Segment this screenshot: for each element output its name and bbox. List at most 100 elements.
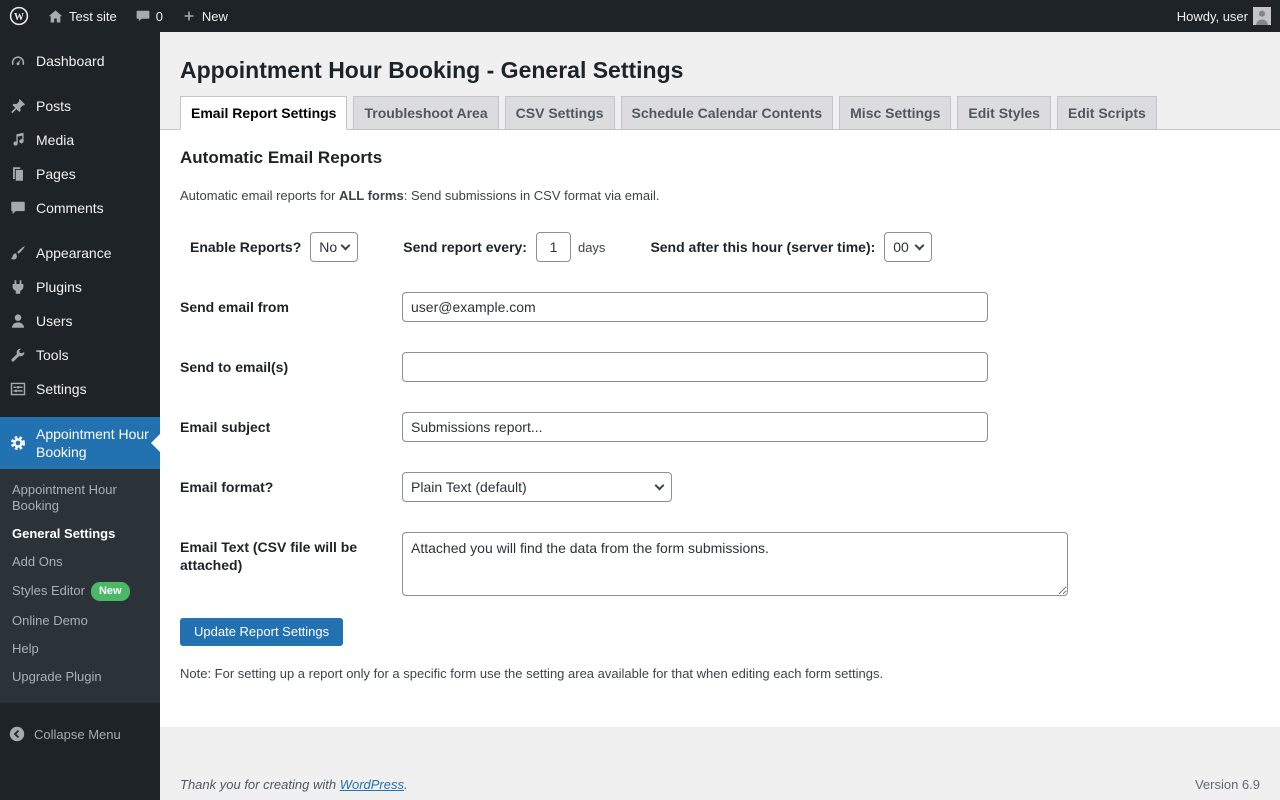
sidebar-item-label: Posts <box>36 98 72 114</box>
dashboard-icon <box>8 52 28 70</box>
sidebar-item-label: Users <box>36 313 73 329</box>
send-to-emails-input[interactable] <box>402 352 988 382</box>
media-icon <box>8 131 28 149</box>
avatar-icon <box>1253 7 1271 25</box>
email-format-label: Email format? <box>180 479 274 495</box>
submenu-item-add-ons[interactable]: Add Ons <box>0 548 160 576</box>
update-report-settings-button[interactable]: Update Report Settings <box>180 618 344 646</box>
enable-reports-select[interactable]: No <box>310 232 359 262</box>
new-badge: New <box>90 582 130 601</box>
sidebar-item-plugins[interactable]: Plugins <box>0 270 160 304</box>
sidebar-item-media[interactable]: Media <box>0 123 160 157</box>
submenu-item-label: Help <box>12 641 39 656</box>
email-subject-input[interactable] <box>402 412 988 442</box>
send-hour-select[interactable]: 00 <box>884 232 933 262</box>
sidebar-item-posts[interactable]: Posts <box>0 89 160 123</box>
email-subject-label: Email subject <box>180 419 271 435</box>
collapse-menu-label: Collapse Menu <box>34 726 121 742</box>
email-report-settings-panel: Automatic Email Reports Automatic email … <box>160 130 1280 727</box>
send-email-from-row: Send email from <box>180 292 1260 322</box>
new-content-menu[interactable]: New <box>172 0 237 32</box>
submenu-item-label: Appointment Hour Booking <box>12 482 117 513</box>
submenu-item-label: Styles Editor <box>12 583 85 598</box>
submenu-item-appointment-hour-booking[interactable]: Appointment Hour Booking <box>0 476 160 520</box>
intro-text: Automatic email reports for ALL forms: S… <box>180 188 1260 204</box>
version-label: Version 6.9 <box>1194 777 1260 792</box>
submenu-item-label: Upgrade Plugin <box>12 669 102 684</box>
sidebar-item-appearance[interactable]: Appearance <box>0 236 160 270</box>
sidebar-item-tools[interactable]: Tools <box>0 338 160 372</box>
footer-thanks-prefix: Thank you for creating with <box>180 777 340 792</box>
comments-bubble-icon <box>135 8 151 24</box>
tab-troubleshoot-area[interactable]: Troubleshoot Area <box>353 96 499 130</box>
users-icon <box>8 312 28 330</box>
send-hour-label: Send after this hour (server time): <box>650 239 876 255</box>
site-name-menu[interactable]: Test site <box>38 0 126 32</box>
collapse-menu-button[interactable]: Collapse Menu <box>0 717 160 751</box>
plus-icon <box>181 8 197 24</box>
wordpress-logo-icon: W <box>9 6 29 26</box>
sidebar-item-comments[interactable]: Comments <box>0 191 160 225</box>
tools-icon <box>8 346 28 364</box>
sidebar-item-pages[interactable]: Pages <box>0 157 160 191</box>
plugins-icon <box>8 278 28 296</box>
wordpress-logo-menu[interactable]: W <box>0 0 38 32</box>
enable-reports-label: Enable Reports? <box>190 239 302 255</box>
main-content: Appointment Hour Booking - General Setti… <box>160 0 1280 800</box>
sidebar-item-label: Media <box>36 132 75 148</box>
menu-separator <box>0 225 160 236</box>
appointment-submenu: Appointment Hour Booking General Setting… <box>0 469 160 703</box>
submenu-item-upgrade-plugin[interactable]: Upgrade Plugin <box>0 663 160 691</box>
sidebar-item-appointment-hour-booking[interactable]: Appointment Hour Booking <box>0 417 160 469</box>
submenu-item-online-demo[interactable]: Online Demo <box>0 607 160 635</box>
intro-prefix: Automatic email reports for <box>180 188 339 203</box>
send-hour-select-wrap: 00 <box>884 232 933 262</box>
comments-count: 0 <box>155 8 163 24</box>
settings-tabs: Email Report Settings Troubleshoot Area … <box>160 95 1280 130</box>
pages-icon <box>8 165 28 183</box>
my-account-menu[interactable]: Howdy, user <box>1168 0 1280 32</box>
email-format-select[interactable]: Plain Text (default) <box>402 472 672 502</box>
tab-edit-scripts[interactable]: Edit Scripts <box>1056 96 1157 130</box>
send-email-from-input[interactable] <box>402 292 988 322</box>
sidebar-item-label: Dashboard <box>36 53 105 69</box>
admin-sidebar: Dashboard Posts Media Pages Comments App… <box>0 32 160 800</box>
send-to-emails-label: Send to email(s) <box>180 359 289 375</box>
svg-text:W: W <box>14 12 24 23</box>
wordpress-link[interactable]: WordPress <box>340 777 404 792</box>
submenu-item-help[interactable]: Help <box>0 635 160 663</box>
admin-menu: Dashboard Posts Media Pages Comments App… <box>0 32 160 703</box>
email-text-textarea[interactable]: Attached you will find the data from the… <box>402 532 1068 596</box>
report-frequency-label: Send report every: <box>403 239 527 255</box>
email-format-row: Email format? Plain Text (default) <box>180 472 1260 502</box>
comments-icon <box>8 199 28 217</box>
tab-csv-settings[interactable]: CSV Settings <box>504 96 615 130</box>
tab-schedule-calendar-contents[interactable]: Schedule Calendar Contents <box>620 96 834 130</box>
menu-separator <box>0 78 160 89</box>
admin-bar: W Test site 0 New Howdy, user <box>0 0 1280 32</box>
tab-email-report-settings[interactable]: Email Report Settings <box>180 96 348 130</box>
appointment-gear-icon <box>8 434 28 452</box>
sidebar-item-dashboard[interactable]: Dashboard <box>0 44 160 78</box>
sidebar-item-label: Settings <box>36 381 87 397</box>
collapse-icon <box>8 725 26 743</box>
footer-thanks: Thank you for creating with WordPress. <box>180 777 408 792</box>
submenu-item-general-settings[interactable]: General Settings <box>0 520 160 548</box>
comments-indicator[interactable]: 0 <box>126 0 172 32</box>
new-label: New <box>201 8 228 24</box>
sidebar-item-users[interactable]: Users <box>0 304 160 338</box>
report-frequency-input[interactable] <box>535 232 571 262</box>
days-suffix-label: days <box>577 239 606 255</box>
sidebar-item-settings[interactable]: Settings <box>0 372 160 406</box>
intro-bold: ALL forms <box>338 188 404 203</box>
submenu-item-styles-editor[interactable]: Styles Editor New <box>0 576 160 607</box>
site-name-label: Test site <box>69 8 117 24</box>
admin-footer: Thank you for creating with WordPress. V… <box>160 777 1280 792</box>
email-format-select-wrap: Plain Text (default) <box>402 472 672 502</box>
tab-misc-settings[interactable]: Misc Settings <box>839 96 952 130</box>
submenu-item-label: Add Ons <box>12 554 63 569</box>
settings-icon <box>8 380 28 398</box>
tab-edit-styles[interactable]: Edit Styles <box>957 96 1051 130</box>
sidebar-item-label: Comments <box>36 200 104 216</box>
admin-bar-left: W Test site 0 New <box>0 0 237 32</box>
